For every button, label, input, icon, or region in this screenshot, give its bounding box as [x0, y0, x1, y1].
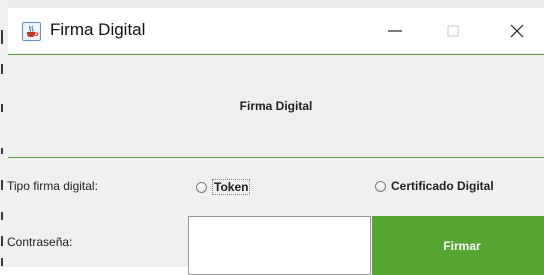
background-window-strip — [0, 0, 8, 267]
background-window-edge — [0, 0, 544, 8]
radio-certificado-circle[interactable] — [375, 180, 386, 192]
minimize-button[interactable] — [372, 8, 418, 53]
maximize-icon — [447, 25, 459, 37]
header-banner: Firma Digital — [8, 54, 544, 158]
maximize-button[interactable] — [430, 8, 476, 53]
title-bar[interactable]: Firma Digital — [8, 8, 544, 53]
signature-type-label: Tipo firma digital: — [7, 179, 98, 193]
sign-button[interactable]: Firmar — [372, 216, 544, 275]
radio-token-circle[interactable] — [196, 181, 207, 193]
minimize-icon — [388, 30, 402, 32]
window-title: Firma Digital — [50, 20, 146, 39]
banner-title: Firma Digital — [239, 99, 313, 113]
close-icon — [510, 24, 524, 38]
close-button[interactable] — [494, 8, 540, 53]
radio-token[interactable]: Token — [196, 179, 251, 195]
radio-certificado-digital[interactable]: Certificado Digital — [375, 179, 494, 193]
java-cup-icon[interactable] — [22, 22, 41, 41]
password-label: Contraseña: — [7, 235, 73, 249]
app-window: Firma Digital Firma Digital Tipo firma d… — [7, 8, 544, 275]
radio-certificado-label[interactable]: Certificado Digital — [391, 179, 494, 193]
password-field[interactable] — [188, 216, 371, 275]
radio-token-label[interactable]: Token — [212, 179, 251, 195]
